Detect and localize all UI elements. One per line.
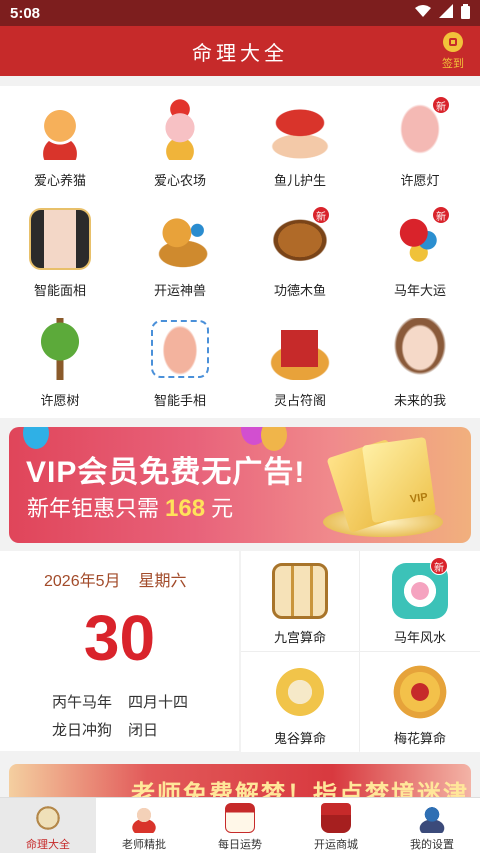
- tab-shop[interactable]: 开运商城: [288, 798, 384, 853]
- signal-icon: [439, 4, 453, 22]
- status-time: 5:08: [10, 4, 41, 22]
- tab-master[interactable]: 老师精批: [96, 798, 192, 853]
- wifi-icon: [415, 4, 431, 22]
- vip-price-unit: 元: [211, 496, 234, 521]
- vip-price-line: 新年钜惠只需 168 元: [27, 491, 233, 523]
- grid-item[interactable]: 灵占符阁: [240, 306, 360, 416]
- palm-icon: [149, 318, 211, 380]
- tab-settings[interactable]: 我的设置: [384, 798, 480, 853]
- profile-icon: [417, 803, 447, 833]
- face-reading-icon: [29, 208, 91, 270]
- feature-grid: 爱心养猫 爱心农场 鱼儿护生 新 许愿灯 智能面相 开运神兽 新 功德木鱼 新 …: [0, 86, 480, 418]
- vip-banner[interactable]: VIP会员免费无广告! 新年钜惠只需 168 元 VIP: [9, 427, 471, 543]
- signin-icon: [443, 32, 463, 52]
- grid-item[interactable]: 鱼儿护生: [240, 86, 360, 196]
- calendar-officer: 闭日: [128, 722, 159, 739]
- wish-tree-icon: [29, 318, 91, 380]
- lion-beast-icon: [149, 208, 211, 270]
- service-item[interactable]: 九宫算命: [241, 551, 359, 651]
- talisman-icon: [269, 318, 331, 380]
- grid-item-label: 许愿树: [40, 393, 80, 408]
- grid-item-label: 灵占符阁: [273, 393, 326, 408]
- calendar-panel[interactable]: 2026年5月 星期六 30 丙午马年 四月十四 龙日冲狗 闭日: [0, 551, 239, 751]
- service-item[interactable]: 鬼谷算命: [241, 652, 359, 752]
- tab-label: 每日运势: [218, 839, 262, 851]
- calendar-month: 2026年5月: [44, 573, 121, 590]
- grid-item-label: 未来的我: [393, 393, 446, 408]
- calendar-weekday: 星期六: [138, 573, 187, 590]
- luopan-icon: [33, 803, 63, 833]
- grid-item[interactable]: 智能面相: [0, 196, 120, 306]
- calendar-lunar: 四月十四: [128, 694, 189, 711]
- signin-label: 签到: [442, 58, 464, 70]
- calendar-clash-row: 龙日冲狗 闭日: [52, 719, 158, 740]
- master-icon: [129, 803, 159, 833]
- service-label: 鬼谷算命: [273, 731, 326, 746]
- grid-item[interactable]: 未来的我: [360, 306, 480, 416]
- vip-title: VIP会员免费无广告!: [26, 456, 306, 489]
- tab-label: 老师精批: [122, 839, 166, 851]
- grid-item[interactable]: 新 许愿灯: [360, 86, 480, 196]
- grid-item[interactable]: 智能手相: [120, 306, 240, 416]
- cat-icon: [29, 98, 91, 160]
- new-badge: 新: [430, 557, 448, 575]
- grid-item-label: 智能手相: [153, 393, 206, 408]
- nine-palace-icon: [272, 563, 328, 619]
- grid-item[interactable]: 爱心农场: [120, 86, 240, 196]
- grid-item-label: 爱心农场: [153, 173, 206, 188]
- plum-bagua-icon: [392, 664, 448, 720]
- grid-item[interactable]: 新 功德木鱼: [240, 196, 360, 306]
- grid-item[interactable]: 许愿树: [0, 306, 120, 416]
- service-label: 梅花算命: [393, 731, 446, 746]
- calendar-ji-icon: [225, 803, 255, 833]
- service-item[interactable]: 梅花算命: [360, 652, 480, 752]
- tab-label: 命理大全: [26, 839, 70, 851]
- vip-price-prefix: 新年钜惠只需: [27, 496, 160, 521]
- app-header: 命理大全 签到: [0, 26, 480, 76]
- tab-label: 我的设置: [410, 839, 454, 851]
- new-badge: 新: [432, 96, 450, 114]
- pig-icon: [149, 98, 211, 160]
- grid-item[interactable]: 开运神兽: [120, 196, 240, 306]
- guigu-icon: [272, 664, 328, 720]
- future-self-icon: [389, 318, 451, 380]
- battery-icon: [461, 3, 470, 23]
- calendar-lunar-row: 丙午马年 四月十四: [52, 691, 188, 712]
- calendar-day: 30: [83, 602, 156, 674]
- fish-icon: [269, 98, 331, 160]
- tab-mingli[interactable]: 命理大全: [0, 798, 96, 853]
- signin-button[interactable]: 签到: [442, 32, 464, 71]
- calendar-clash: 龙日冲狗: [52, 722, 113, 739]
- grid-item-label: 爱心养猫: [33, 173, 86, 188]
- new-badge: 新: [432, 206, 450, 224]
- calendar-ganzhi: 丙午马年: [52, 694, 113, 711]
- page-title: 命理大全: [192, 42, 288, 65]
- status-bar: 5:08: [0, 0, 480, 26]
- new-badge: 新: [312, 206, 330, 224]
- vip-card-icon: VIP: [361, 436, 437, 524]
- bottom-tab-bar: 命理大全 老师精批 每日运势 开运商城 我的设置: [0, 797, 480, 853]
- balloon-icon: [23, 427, 49, 449]
- grid-item[interactable]: 新 马年大运: [360, 196, 480, 306]
- grid-item-label: 智能面相: [33, 283, 86, 298]
- vip-price: 168: [165, 495, 206, 522]
- calendar-date: 2026年5月 星期六: [44, 567, 187, 591]
- grid-item-label: 功德木鱼: [273, 283, 326, 298]
- service-item[interactable]: 新 马年风水: [360, 551, 480, 651]
- tab-label: 开运商城: [314, 839, 358, 851]
- grid-item-label: 许愿灯: [400, 173, 440, 188]
- grid-item[interactable]: 爱心养猫: [0, 86, 120, 196]
- shop-icon: [321, 803, 351, 833]
- grid-item-label: 马年大运: [393, 283, 446, 298]
- service-label: 九宫算命: [273, 630, 326, 645]
- tab-daily-fortune[interactable]: 每日运势: [192, 798, 288, 853]
- services-grid: 九宫算命 新 马年风水 鬼谷算命 梅花算命: [241, 551, 480, 752]
- grid-item-label: 开运神兽: [153, 283, 206, 298]
- grid-item-label: 鱼儿护生: [273, 173, 326, 188]
- service-label: 马年风水: [393, 630, 446, 645]
